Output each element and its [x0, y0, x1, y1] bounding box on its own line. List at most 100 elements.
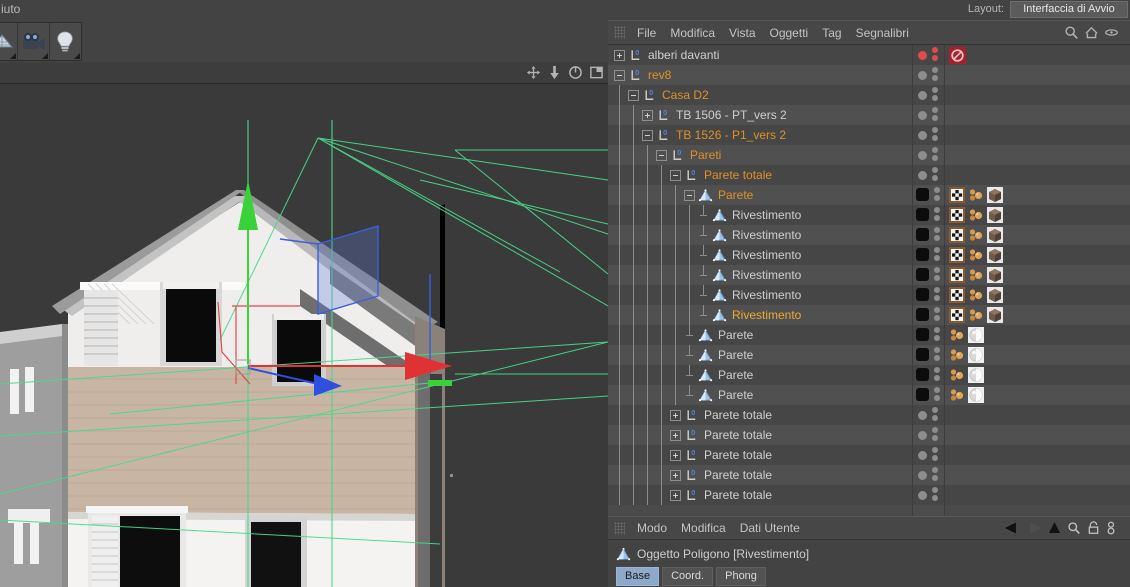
collapse-button[interactable] — [684, 189, 695, 201]
rotate-circle-icon[interactable] — [568, 65, 583, 80]
render-visibility-dot[interactable] — [932, 95, 938, 101]
tab-coord[interactable]: Coord. — [662, 567, 714, 586]
layout-dropdown[interactable]: Interfaccia di Avvio — [1010, 0, 1128, 18]
object-row[interactable]: Parete — [608, 345, 912, 365]
layer-color-dot[interactable] — [916, 288, 929, 301]
expand-button[interactable] — [670, 489, 681, 501]
white-material-tag[interactable] — [968, 327, 984, 343]
layer-color-dot[interactable] — [918, 491, 927, 500]
phong-tag[interactable] — [968, 187, 984, 203]
object-row[interactable]: Rivestimento — [608, 265, 912, 285]
render-visibility-dot[interactable] — [934, 355, 940, 361]
object-row[interactable]: Parete — [608, 185, 912, 205]
editor-visibility-dot[interactable] — [934, 227, 940, 233]
layer-color-dot[interactable] — [918, 171, 927, 180]
object-row[interactable]: Parete — [608, 385, 912, 405]
object-row[interactable]: 0 Parete totale — [608, 165, 912, 185]
panel-grip-icon[interactable] — [614, 521, 625, 535]
editor-visibility-dot[interactable] — [934, 367, 940, 373]
brown-material-tag[interactable] — [987, 227, 1003, 243]
object-row[interactable]: Parete — [608, 365, 912, 385]
render-visibility-dot[interactable] — [934, 295, 940, 301]
panel-grip-icon[interactable] — [614, 26, 625, 39]
render-visibility-dot[interactable] — [934, 335, 940, 341]
editor-visibility-dot[interactable] — [934, 187, 940, 193]
object-row[interactable]: Rivestimento — [608, 305, 912, 325]
render-visibility-dot[interactable] — [934, 375, 940, 381]
editor-visibility-dot[interactable] — [932, 447, 938, 453]
layer-color-dot[interactable] — [918, 151, 927, 160]
object-row[interactable]: Rivestimento — [608, 205, 912, 225]
layer-color-dot[interactable] — [918, 51, 927, 60]
search-icon[interactable] — [1067, 521, 1081, 535]
editor-visibility-dot[interactable] — [932, 127, 938, 133]
layer-color-dot[interactable] — [916, 248, 929, 261]
editor-visibility-dot[interactable] — [932, 67, 938, 73]
checker-tag[interactable] — [949, 287, 965, 303]
light-tool-button[interactable] — [50, 23, 81, 60]
render-visibility-dot[interactable] — [934, 315, 940, 321]
render-visibility-dot[interactable] — [932, 115, 938, 121]
object-row[interactable]: 0 Parete totale — [608, 405, 912, 425]
eye-icon[interactable] — [1104, 25, 1119, 40]
render-visibility-dot[interactable] — [932, 415, 938, 421]
om-menu-oggetti[interactable]: Oggetti — [763, 21, 816, 45]
object-row[interactable]: 0 Parete totale — [608, 465, 912, 485]
editor-visibility-dot[interactable] — [934, 247, 940, 253]
om-menu-modifica[interactable]: Modifica — [663, 21, 722, 45]
phong-tag[interactable] — [968, 207, 984, 223]
menu-item-aiuto[interactable]: iuto — [1, 2, 20, 16]
render-visibility-dot[interactable] — [932, 175, 938, 181]
object-row[interactable]: 0 Parete totale — [608, 445, 912, 465]
editor-visibility-dot[interactable] — [932, 47, 938, 53]
layer-color-dot[interactable] — [916, 368, 929, 381]
object-row[interactable]: Parete — [608, 325, 912, 345]
phong-tag[interactable] — [949, 387, 965, 403]
render-visibility-dot[interactable] — [932, 475, 938, 481]
phong-tag[interactable] — [968, 227, 984, 243]
am-menu-dati-utente[interactable]: Dati Utente — [733, 517, 807, 540]
lock-icon[interactable] — [1087, 521, 1100, 535]
om-menu-segnalibri[interactable]: Segnalibri — [849, 21, 916, 45]
editor-visibility-dot[interactable] — [932, 467, 938, 473]
expand-button[interactable] — [670, 449, 681, 461]
am-menu-modifica[interactable]: Modifica — [674, 517, 733, 540]
expand-button[interactable] — [642, 109, 653, 121]
collapse-button[interactable] — [614, 69, 625, 81]
panel-maximize-icon[interactable] — [589, 65, 604, 80]
am-menu-modo[interactable]: Modo — [630, 517, 674, 540]
camera-tool-button[interactable] — [18, 23, 50, 60]
phong-tag[interactable] — [949, 347, 965, 363]
forward-arrow-icon[interactable] — [1026, 521, 1042, 535]
down-arrow-icon[interactable] — [547, 65, 562, 80]
layer-color-dot[interactable] — [916, 268, 929, 281]
brown-material-tag[interactable] — [987, 247, 1003, 263]
phong-tag[interactable] — [949, 327, 965, 343]
render-visibility-dot[interactable] — [932, 455, 938, 461]
object-row[interactable]: 0 Parete totale — [608, 425, 912, 445]
collapse-button[interactable] — [656, 149, 667, 161]
editor-visibility-dot[interactable] — [932, 147, 938, 153]
layer-color-dot[interactable] — [916, 308, 929, 321]
object-row[interactable]: 0 Parete totale — [608, 485, 912, 505]
render-visibility-dot[interactable] — [934, 195, 940, 201]
object-row[interactable]: 0 TB 1526 - P1_vers 2 — [608, 125, 912, 145]
layer-color-dot[interactable] — [918, 131, 927, 140]
checker-tag[interactable] — [949, 207, 965, 223]
render-visibility-dot[interactable] — [932, 55, 938, 61]
render-visibility-dot[interactable] — [932, 435, 938, 441]
editor-visibility-dot[interactable] — [934, 347, 940, 353]
white-material-tag[interactable] — [968, 347, 984, 363]
editor-visibility-dot[interactable] — [934, 267, 940, 273]
om-menu-vista[interactable]: Vista — [722, 21, 762, 45]
object-row[interactable]: Rivestimento — [608, 285, 912, 305]
phong-tag[interactable] — [968, 247, 984, 263]
layer-color-dot[interactable] — [918, 451, 927, 460]
tab-phong[interactable]: Phong — [716, 567, 766, 586]
render-visibility-dot[interactable] — [932, 135, 938, 141]
editor-visibility-dot[interactable] — [934, 387, 940, 393]
expand-button[interactable] — [670, 429, 681, 441]
checker-tag[interactable] — [949, 247, 965, 263]
checker-tag[interactable] — [949, 267, 965, 283]
collapse-button[interactable] — [670, 169, 681, 181]
